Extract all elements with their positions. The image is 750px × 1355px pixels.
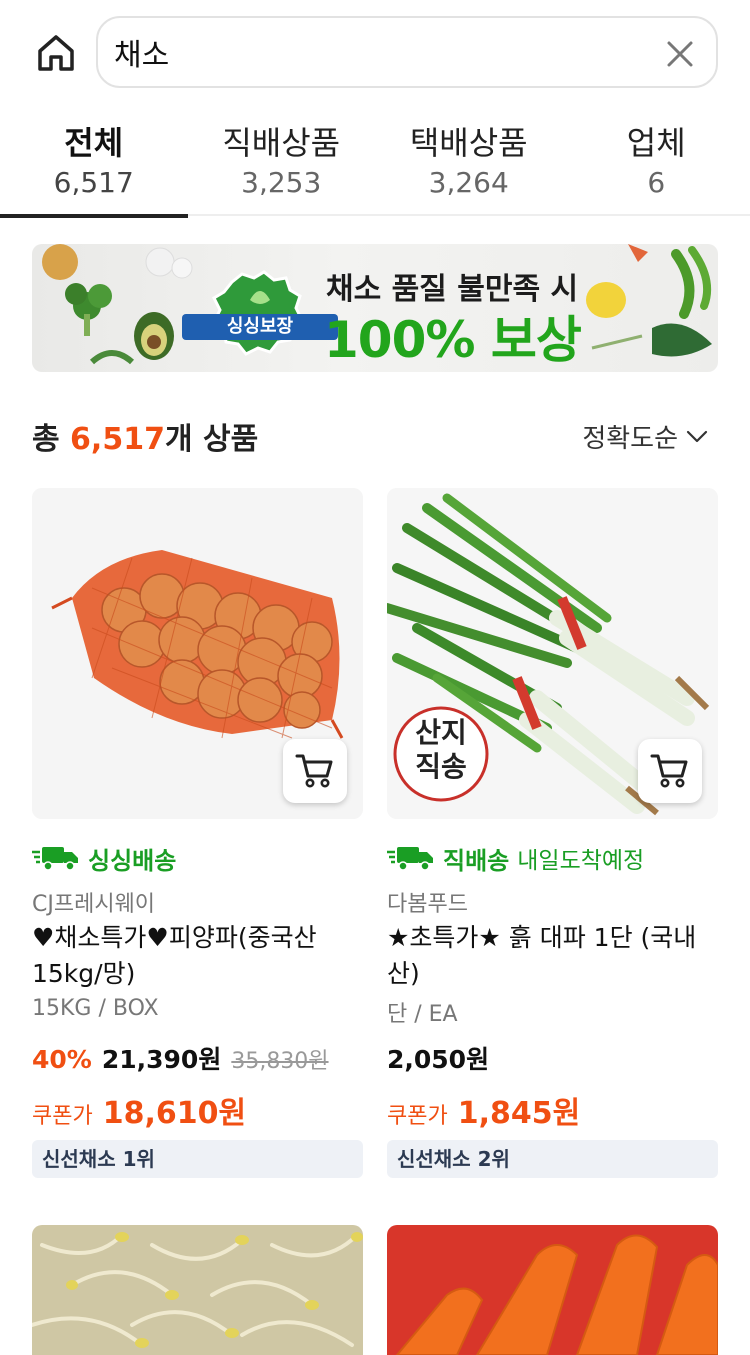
banner-compensation: 100% 보상 xyxy=(324,300,581,372)
tab-direct-delivery[interactable]: 직배상품 3,253 xyxy=(188,104,376,216)
search-input[interactable] xyxy=(114,32,634,72)
search-box[interactable] xyxy=(96,16,718,88)
tab-count: 6 xyxy=(563,166,750,199)
delivery-truck-icon xyxy=(32,844,80,872)
product-card[interactable]: 산지 직송 직배송 내일도착예정 다봄푸드 ★초특가★ 흙 대파 1단 (국내산… xyxy=(387,488,718,1188)
search-header xyxy=(0,0,750,104)
add-to-cart-button[interactable] xyxy=(638,739,702,803)
banner-badge-text: 싱싱보장 xyxy=(200,314,320,340)
coupon-label: 쿠폰가 xyxy=(32,1098,93,1130)
product-image-bean-sprouts[interactable] xyxy=(32,1225,363,1355)
home-button[interactable] xyxy=(30,28,82,78)
tab-label: 업체 xyxy=(563,118,750,164)
price-row: 40% 21,390원 35,830원 xyxy=(32,1040,329,1076)
cart-icon xyxy=(650,752,690,790)
chevron-down-icon xyxy=(686,430,708,444)
price-row: 2,050원 xyxy=(387,1040,489,1076)
delivery-truck-icon xyxy=(387,844,435,872)
add-to-cart-button[interactable] xyxy=(283,739,347,803)
sale-price: 2,050원 xyxy=(387,1040,489,1076)
total-prefix: 총 xyxy=(32,422,70,457)
tab-parcel-delivery[interactable]: 택배상품 3,264 xyxy=(375,104,563,216)
home-icon xyxy=(34,31,78,75)
quality-guarantee-banner[interactable]: 싱싱보장 채소 품질 불만족 시 100% 보상 xyxy=(32,244,718,372)
bean-sprouts-image xyxy=(32,1225,363,1355)
tab-count: 3,264 xyxy=(375,166,563,199)
category-tabs: 전체 6,517 직배상품 3,253 택배상품 3,264 업체 6 xyxy=(0,104,750,216)
delivery-eta: 내일도착예정 xyxy=(517,841,644,875)
seller-name: CJ프레시웨이 xyxy=(32,886,155,918)
seller-name: 다봄푸드 xyxy=(387,886,468,918)
result-summary: 총 6,517개 상품 정확도순 xyxy=(32,410,718,460)
delivery-label: 직배송 xyxy=(443,841,509,876)
tab-count: 6,517 xyxy=(0,166,188,199)
coupon-price: 1,845원 xyxy=(458,1088,581,1132)
product-unit: 15KG / BOX xyxy=(32,996,159,1021)
original-price: 35,830원 xyxy=(231,1043,328,1075)
tab-label: 택배상품 xyxy=(375,118,563,164)
total-count: 6,517 xyxy=(70,422,165,457)
sort-dropdown[interactable]: 정확도순 xyxy=(582,418,708,455)
sort-label: 정확도순 xyxy=(582,418,678,455)
sale-price: 21,390원 xyxy=(102,1040,221,1076)
delivery-info: 싱싱배송 xyxy=(32,842,176,874)
tab-all[interactable]: 전체 6,517 xyxy=(0,104,188,216)
total-count-text: 총 6,517개 상품 xyxy=(32,414,258,458)
coupon-row: 쿠폰가 1,845원 xyxy=(387,1088,580,1132)
tab-label: 전체 xyxy=(0,118,188,164)
delivery-label: 싱싱배송 xyxy=(88,841,176,876)
coupon-label: 쿠폰가 xyxy=(387,1098,448,1130)
product-image-carrots[interactable] xyxy=(387,1225,718,1355)
tab-count: 3,253 xyxy=(188,166,376,199)
stamp-line1: 산지 xyxy=(395,716,487,750)
tab-label: 직배상품 xyxy=(188,118,376,164)
clear-search-icon[interactable] xyxy=(664,38,696,70)
rank-badge: 신선채소 1위 xyxy=(32,1140,363,1178)
cart-icon xyxy=(295,752,335,790)
delivery-info: 직배송 내일도착예정 xyxy=(387,842,644,874)
product-image[interactable] xyxy=(32,488,363,819)
origin-direct-stamp: 산지 직송 xyxy=(395,716,487,784)
carrots-image xyxy=(387,1225,718,1355)
product-name[interactable]: ♥채소특가♥피양파(중국산 15kg/망) xyxy=(32,920,363,992)
discount-rate: 40% xyxy=(32,1045,92,1074)
product-unit: 단 / EA xyxy=(387,996,458,1028)
total-suffix: 개 상품 xyxy=(165,422,258,457)
rank-badge: 신선채소 2위 xyxy=(387,1140,718,1178)
product-name[interactable]: ★초특가★ 흙 대파 1단 (국내산) xyxy=(387,920,718,992)
coupon-row: 쿠폰가 18,610원 xyxy=(32,1088,246,1132)
tab-vendors[interactable]: 업체 6 xyxy=(563,104,750,216)
coupon-price: 18,610원 xyxy=(103,1088,246,1132)
product-card[interactable]: 싱싱배송 CJ프레시웨이 ♥채소특가♥피양파(중국산 15kg/망) 15KG … xyxy=(32,488,363,1188)
product-image[interactable]: 산지 직송 xyxy=(387,488,718,819)
stamp-line2: 직송 xyxy=(395,750,487,784)
